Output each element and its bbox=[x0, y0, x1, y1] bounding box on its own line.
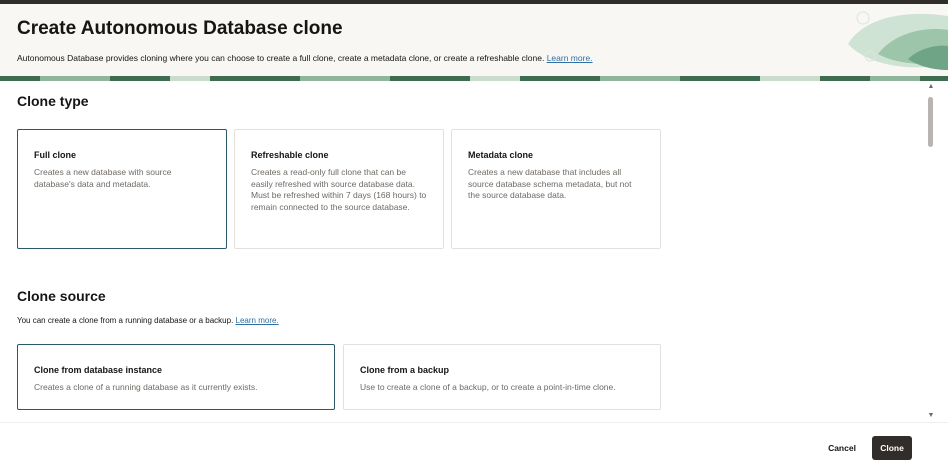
header-learn-more-link[interactable]: Learn more. bbox=[547, 53, 593, 63]
scrollbar-thumb[interactable] bbox=[928, 97, 933, 147]
clone-source-description: You can create a clone from a running da… bbox=[17, 316, 279, 325]
clone-source-title: Clone source bbox=[17, 288, 106, 304]
clone-type-option-full-title: Full clone bbox=[34, 150, 77, 160]
clone-type-option-full-description: Creates a new database with source datab… bbox=[34, 167, 172, 189]
scroll-up-arrow-icon[interactable]: ▲ bbox=[926, 83, 936, 91]
page-description: Autonomous Database provides cloning whe… bbox=[17, 53, 593, 63]
page-title: Create Autonomous Database clone bbox=[17, 18, 343, 39]
page-header: Create Autonomous Database clone Autonom… bbox=[0, 4, 948, 76]
clone-button[interactable]: Clone bbox=[872, 436, 912, 460]
clone-type-option-refreshable[interactable]: Refreshable clone Creates a read-only fu… bbox=[234, 129, 444, 249]
clone-source-description-text: You can create a clone from a running da… bbox=[17, 316, 234, 325]
dialog-footer: Cancel Clone bbox=[0, 422, 948, 470]
decorative-leaf-art bbox=[848, 11, 948, 70]
clone-source-option-backup[interactable]: Clone from a backup Use to create a clon… bbox=[343, 344, 661, 410]
clone-source-option-database-instance-title: Clone from database instance bbox=[34, 365, 163, 375]
clone-type-option-refreshable-title: Refreshable clone bbox=[251, 150, 329, 160]
clone-type-option-metadata-description: Creates a new database that includes all… bbox=[468, 167, 632, 200]
clone-type-option-metadata-title: Metadata clone bbox=[468, 150, 534, 160]
clone-type-option-refreshable-description: Creates a read-only full clone that can … bbox=[251, 167, 427, 212]
clone-source-option-backup-description: Use to create a clone of a backup, or to… bbox=[360, 382, 616, 392]
clone-source-option-backup-title: Clone from a backup bbox=[360, 365, 450, 375]
dialog-content: Clone type Full clone Creates a new data… bbox=[0, 81, 926, 422]
clone-source-option-database-instance[interactable]: Clone from database instance Creates a c… bbox=[17, 344, 335, 410]
clone-source-learn-more-link[interactable]: Learn more. bbox=[236, 316, 279, 325]
clone-type-option-full[interactable]: Full clone Creates a new database with s… bbox=[17, 129, 227, 249]
clone-type-title: Clone type bbox=[17, 93, 89, 109]
scroll-down-arrow-icon[interactable]: ▼ bbox=[926, 412, 936, 420]
clone-type-option-metadata[interactable]: Metadata clone Creates a new database th… bbox=[451, 129, 661, 249]
vertical-scrollbar[interactable]: ▲ ▼ bbox=[926, 81, 936, 422]
cancel-button[interactable]: Cancel bbox=[820, 436, 864, 460]
clone-source-option-database-instance-description: Creates a clone of a running database as… bbox=[34, 382, 258, 392]
page-description-text: Autonomous Database provides cloning whe… bbox=[17, 53, 545, 63]
